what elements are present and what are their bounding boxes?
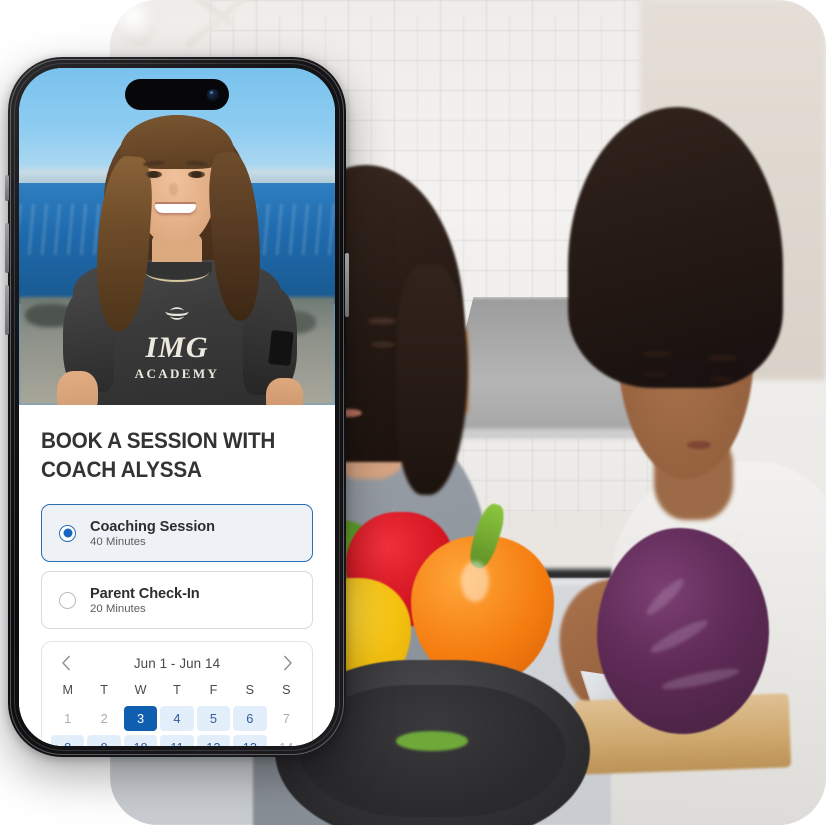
calendar-day[interactable]: 5 (196, 706, 231, 731)
weekday-header: S (282, 683, 291, 697)
calendar-day[interactable]: 10 (123, 735, 158, 746)
calendar-day: 1 (64, 711, 72, 726)
weekday-header: F (209, 683, 218, 697)
power-button[interactable] (345, 253, 349, 317)
chevron-right-icon[interactable] (278, 653, 298, 673)
calendar-day[interactable]: 12 (196, 735, 231, 746)
shirt-brand-subtext: ACADEMY (134, 366, 220, 382)
coach-arm-right (265, 378, 304, 405)
coach-hero-photo: IMG ACADEMY (19, 68, 335, 405)
shirt-brand-text: IMG (145, 330, 209, 364)
calendar-day-selected[interactable]: 3 (123, 706, 158, 731)
dynamic-island (125, 79, 229, 110)
weekday-header: T (173, 683, 181, 697)
option-text-group: Coaching Session 40 Minutes (90, 519, 215, 548)
coach-smile (154, 204, 196, 214)
phone-screen: IMG ACADEMY Book a Session with Coach Al… (19, 68, 335, 746)
page-title: Book a Session with Coach Alyssa (41, 428, 276, 482)
coach-necklace (145, 262, 209, 282)
option-duration: 20 Minutes (90, 602, 146, 615)
phone-mockup: IMG ACADEMY Book a Session with Coach Al… (5, 57, 349, 757)
volume-up-button[interactable] (5, 223, 9, 273)
option-text-group: Parent Check-In 20 Minutes (90, 586, 200, 615)
option-duration: 40 Minutes (90, 535, 146, 548)
scallion-in-pan (396, 730, 468, 751)
weekday-header: T (100, 683, 108, 697)
weekday-header: S (245, 683, 255, 697)
person-mother-eye-right (371, 340, 396, 348)
coach-arm-left (56, 371, 98, 405)
calendar-day[interactable]: 11 (160, 735, 194, 746)
radio-coaching-session[interactable] (59, 524, 76, 542)
under-armour-logo-icon (163, 306, 191, 321)
coach-sleeve-patch (268, 329, 295, 366)
calendar-header: Jun 1 - Jun 14 (51, 652, 303, 680)
screenshot-stage: IMG ACADEMY Book a Session with Coach Al… (0, 0, 826, 825)
option-label: Parent Check-In (90, 585, 200, 602)
radio-parent-check-in[interactable] (59, 591, 76, 609)
weekday-header: M (62, 683, 73, 697)
calendar-day[interactable]: 13 (233, 735, 267, 746)
booking-panel: Book a Session with Coach Alyssa Coachin… (19, 405, 335, 746)
weekday-header: W (134, 683, 147, 697)
person-teen-brow-right (706, 354, 737, 361)
calendar-day[interactable]: 4 (160, 706, 194, 731)
person-teen-brow-left (642, 350, 673, 357)
volume-down-button[interactable] (5, 285, 9, 335)
front-camera-icon (207, 88, 219, 101)
calendar-grid: M T W T F S S 1 2 3 4 5 6 7 8 (51, 680, 303, 746)
calendar-day[interactable]: 9 (87, 735, 121, 746)
option-label: Coaching Session (90, 518, 215, 535)
session-option-parent-check-in[interactable]: Parent Check-In 20 Minutes (41, 571, 313, 629)
chevron-left-icon[interactable] (56, 653, 76, 673)
calendar-range-label: Jun 1 - Jun 14 (133, 655, 221, 671)
silent-switch-button[interactable] (5, 175, 9, 201)
date-picker-calendar: Jun 1 - Jun 14 M T W T F S S 1 2 3 4 5 6… (41, 641, 313, 746)
calendar-day: 7 (282, 711, 290, 726)
person-teen-mouth (687, 440, 712, 449)
calendar-day: 2 (100, 711, 108, 726)
session-option-coaching-session[interactable]: Coaching Session 40 Minutes (41, 504, 313, 562)
pendant-lamp-bulb2 (117, 0, 158, 46)
calendar-day: 14 (270, 735, 303, 746)
calendar-day[interactable]: 6 (233, 706, 267, 731)
calendar-day[interactable]: 8 (51, 735, 85, 746)
